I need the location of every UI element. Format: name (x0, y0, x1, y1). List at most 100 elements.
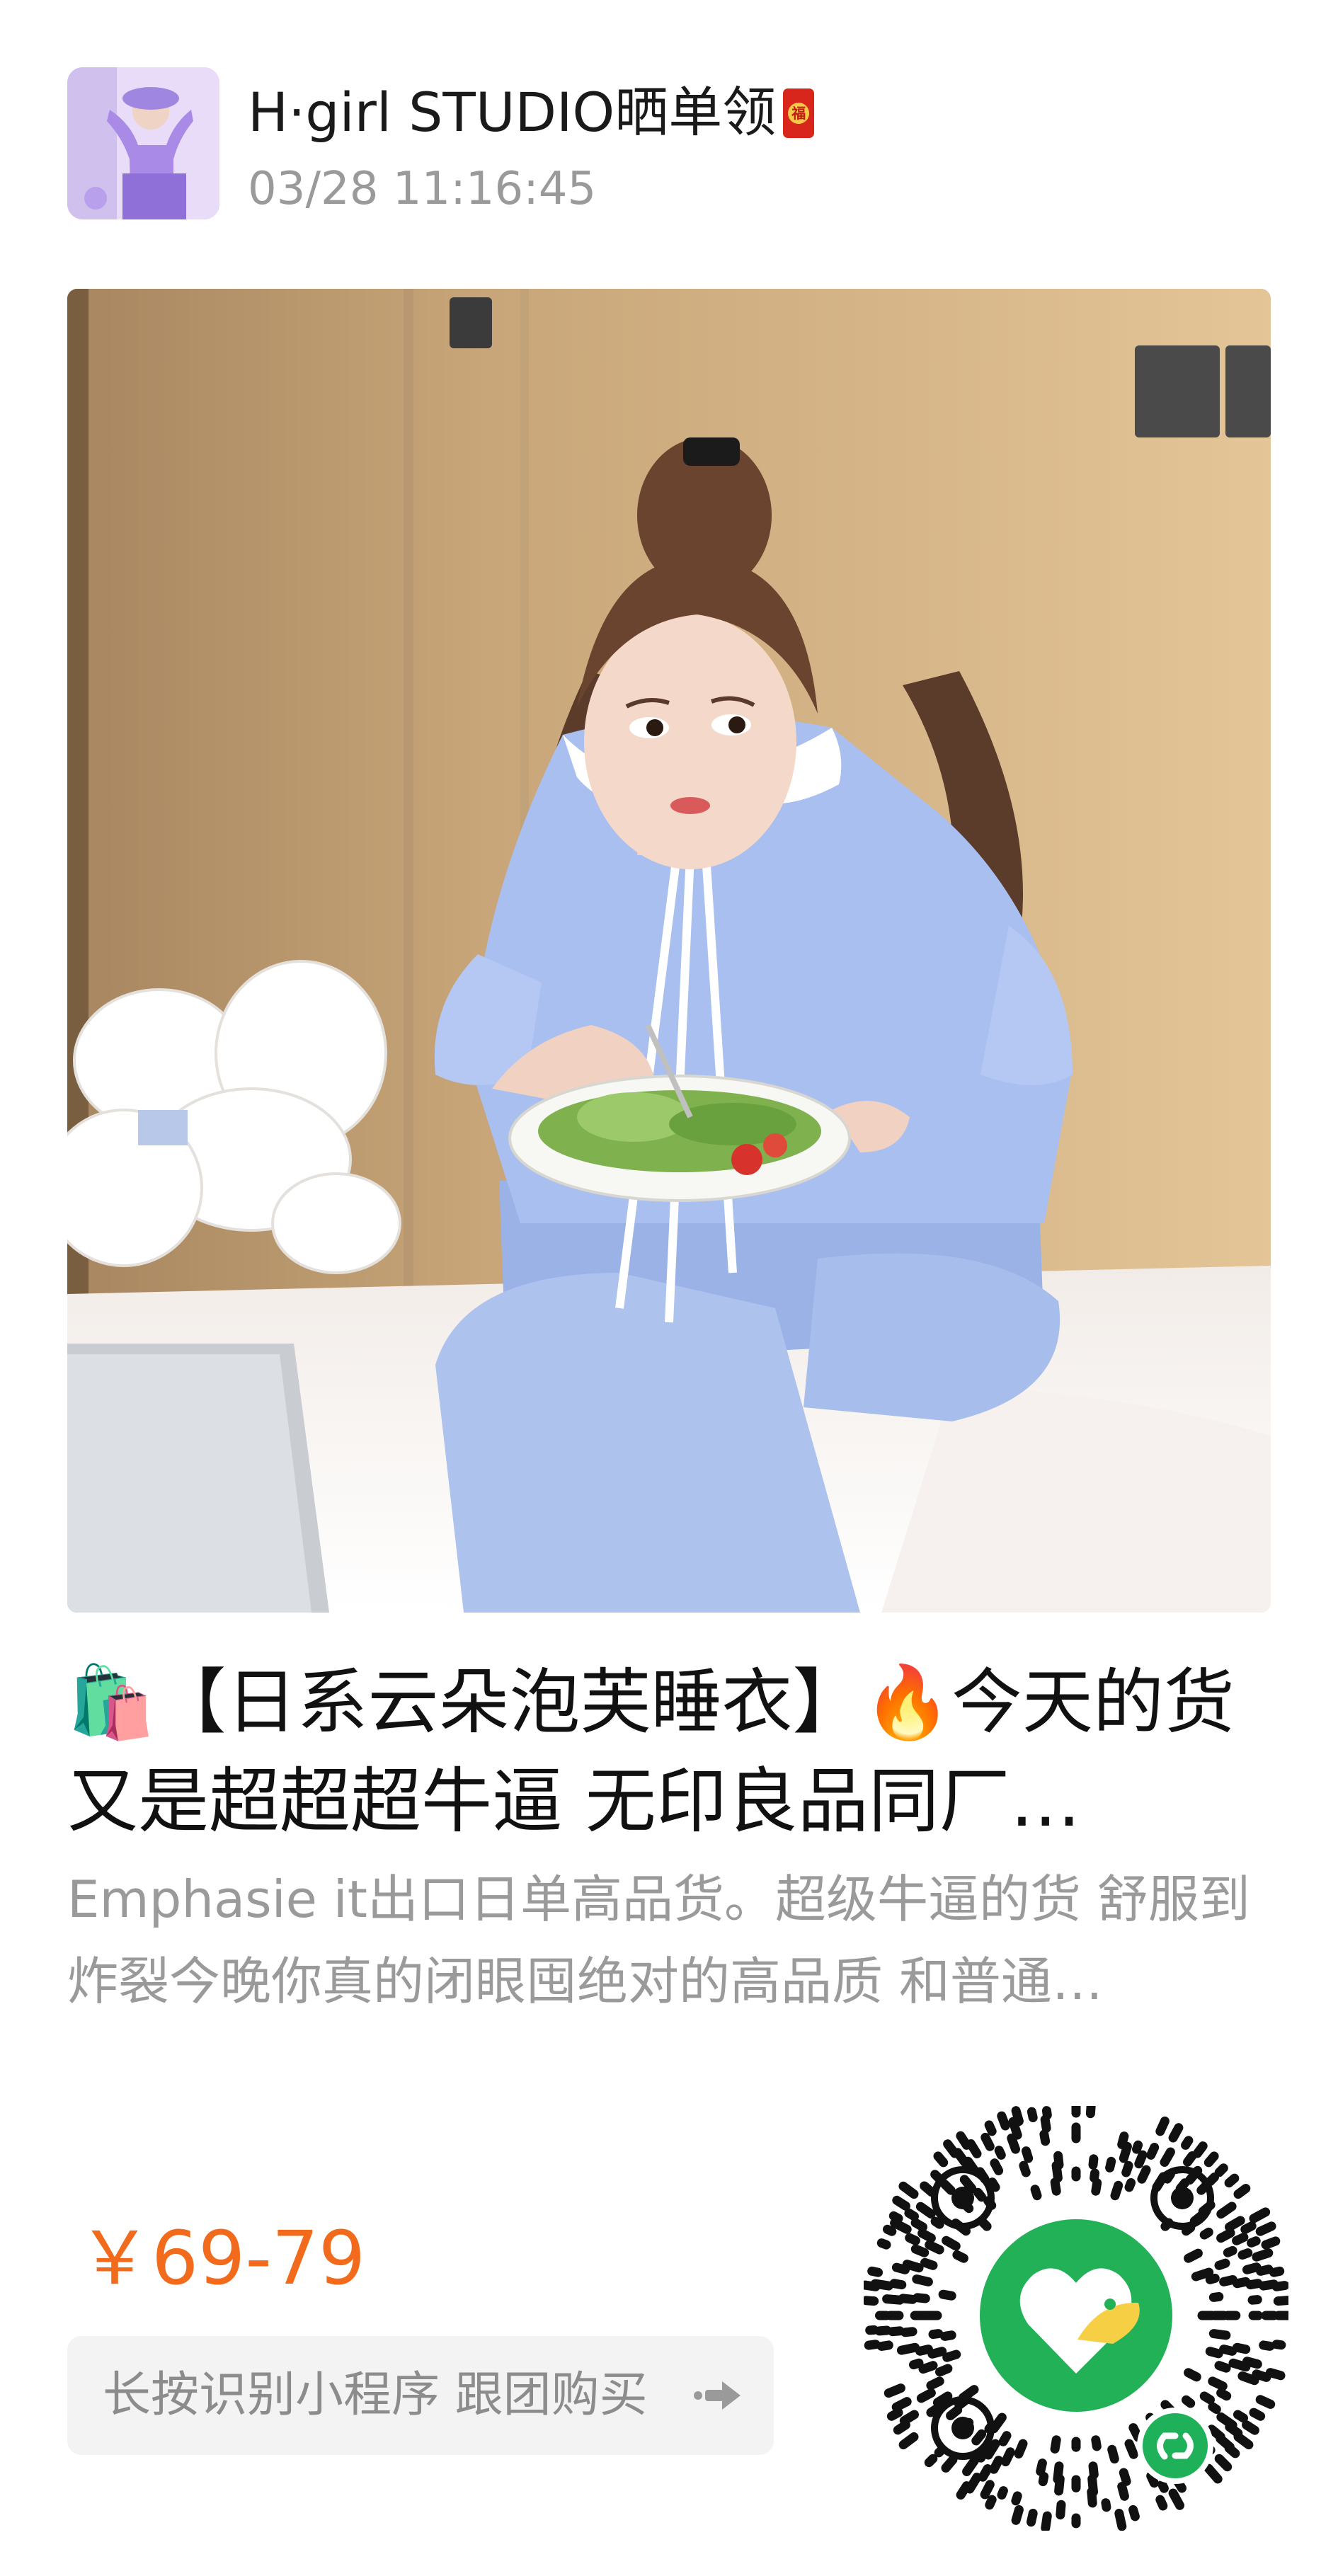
product-photo[interactable] (67, 289, 1271, 1613)
mini-program-qr-code[interactable] (860, 2099, 1296, 2533)
qr-dot (886, 2408, 903, 2421)
qr-dot (1090, 2168, 1099, 2183)
qr-dot (1247, 2236, 1261, 2248)
product-description: Emphasie it出口日单高品货。超级牛逼的货 舒服到炸裂今晚你真的闭眼囤绝… (67, 1870, 1250, 2011)
cta-label: 长按识别小程序 跟团购买 (103, 2367, 648, 2423)
qr-dot (1027, 2107, 1038, 2122)
qr-dot (952, 2250, 968, 2263)
qr-dot (1247, 2295, 1262, 2305)
qr-dot (1050, 2177, 1061, 2196)
qr-dot (1261, 2236, 1281, 2250)
qr-dot (1225, 2216, 1245, 2232)
qr-dot (1191, 2267, 1214, 2282)
qr-dot (898, 2432, 919, 2450)
qr-dot (980, 2132, 995, 2151)
qr-dot (1259, 2340, 1275, 2351)
qr-dot (1216, 2228, 1235, 2243)
store-avatar[interactable] (67, 67, 219, 219)
qr-dot (1242, 2420, 1259, 2435)
qr-dot (1216, 2388, 1232, 2401)
qr-dot (1183, 2151, 1197, 2167)
qr-dot (1041, 2511, 1052, 2533)
qr-dot (1168, 2488, 1184, 2510)
qr-dot (1040, 2114, 1051, 2133)
qr-dot (1252, 2369, 1271, 2382)
qr-dot (1192, 2141, 1208, 2158)
qr-dot (1208, 2329, 1231, 2340)
qr-dot (884, 2383, 905, 2398)
qr-dot (1105, 2156, 1116, 2173)
qr-dot (1107, 2444, 1119, 2464)
qr-dot (1027, 2509, 1038, 2527)
qr-dot (1110, 2180, 1123, 2201)
qr-dot (1252, 2248, 1274, 2262)
qr-dot (918, 2361, 938, 2374)
red-envelope-icon: 福 (783, 88, 815, 138)
qr-dot (1160, 2147, 1175, 2167)
arrow-right-icon (694, 2381, 741, 2410)
qr-dot (916, 2388, 936, 2403)
qr-dot (1184, 2368, 1201, 2382)
qr-dot (1053, 2151, 1064, 2170)
qr-dot (941, 2455, 958, 2473)
qr-dot (1214, 2454, 1233, 2472)
qr-dot (1146, 2143, 1160, 2160)
qr-dot (1232, 2233, 1249, 2245)
qr-dot (860, 2280, 881, 2291)
qr-dot (940, 2180, 956, 2195)
qr-dot (1014, 2439, 1028, 2458)
qr-dot (980, 2480, 995, 2500)
qr-dot (888, 2211, 903, 2223)
qr-dot (1208, 2376, 1228, 2391)
qr-dot (925, 2240, 944, 2255)
qr-dot (1214, 2163, 1228, 2177)
qr-dot (1225, 2422, 1243, 2438)
qr-dot (1271, 2281, 1290, 2291)
qr-dot (910, 2244, 930, 2257)
avatar-image (67, 67, 219, 219)
qr-dot (1091, 2435, 1102, 2451)
long-press-cta-button[interactable]: 长按识别小程序 跟团购买 (67, 2336, 774, 2455)
qr-dot (1203, 2151, 1219, 2168)
qr-dot (966, 2139, 982, 2158)
qr-dot (910, 2218, 927, 2232)
qr-dot (998, 2431, 1012, 2446)
qr-dot (920, 2257, 938, 2270)
qr-dot (1124, 2439, 1138, 2459)
qr-dot (891, 2262, 910, 2274)
qr-dot (876, 2238, 891, 2250)
store-name[interactable]: H·girl STUDIO晒单领福 (248, 80, 815, 144)
qr-dot (1124, 2178, 1136, 2192)
qr-dot (924, 2454, 938, 2468)
qr-dot (876, 2340, 893, 2351)
qr-dot (1007, 2134, 1020, 2154)
qr-dot (1088, 2461, 1099, 2480)
qr-dot (1214, 2361, 1231, 2373)
qr-dot (978, 2464, 993, 2482)
qr-dot (1168, 2123, 1184, 2143)
qr-dot (1137, 2165, 1151, 2184)
qr-dot (990, 2158, 1004, 2175)
mini-program-badge-icon (1143, 2413, 1208, 2478)
qr-dot (956, 2481, 971, 2500)
qr-dot (898, 2181, 919, 2199)
qr-dot (867, 2266, 883, 2277)
post-timestamp: 03/28 11:16:45 (248, 163, 597, 215)
qr-dot (1224, 2443, 1240, 2458)
qr-dot (1249, 2207, 1271, 2223)
qr-dot (1155, 2495, 1168, 2511)
qr-dot (1205, 2347, 1223, 2359)
qr-dot (917, 2228, 936, 2243)
qr-dot (1224, 2173, 1240, 2188)
qr-dot (1255, 2221, 1276, 2236)
qr-dot (926, 2376, 944, 2391)
store-name-text: H·girl STUDIO晒单领 (248, 81, 777, 144)
qr-dot (1216, 2202, 1237, 2219)
qr-dot (1242, 2262, 1262, 2274)
qr-dot (1273, 2295, 1296, 2306)
qr-dot (989, 2456, 1004, 2474)
qr-dot (984, 2120, 997, 2136)
qr-dot (994, 2146, 1006, 2160)
qr-dot (905, 2233, 920, 2245)
qr-dot (927, 2347, 947, 2359)
